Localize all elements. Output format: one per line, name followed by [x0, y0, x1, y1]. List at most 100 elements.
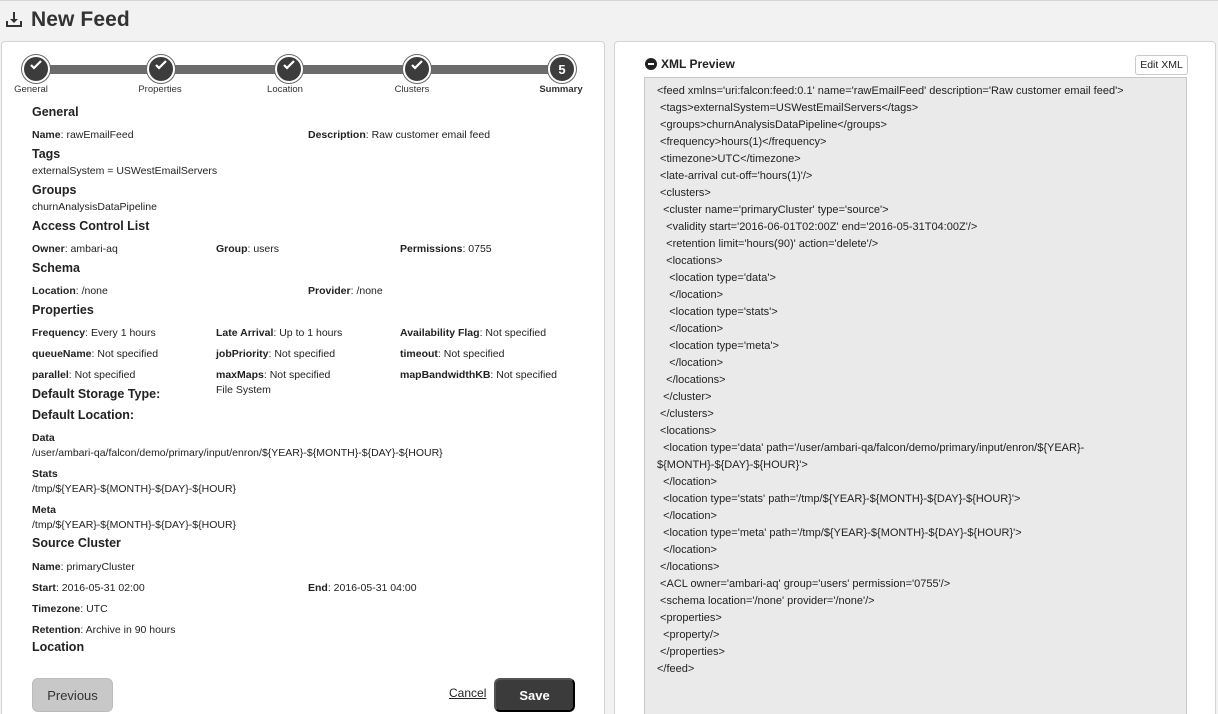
section-source-cluster-title: Source Cluster [32, 536, 121, 550]
xml-line: <locations> [657, 425, 717, 437]
xml-preview-content[interactable]: <feed xmlns='uri:falcon:feed:0.1' name='… [644, 77, 1187, 714]
xml-line: <property/> [657, 629, 720, 641]
step-label-clusters: Clusters [394, 84, 430, 95]
xml-line: </location> [657, 357, 724, 369]
section-acl-title: Access Control List [32, 219, 150, 233]
xml-line: <frequency>hours(1)</frequency> [657, 136, 827, 148]
cluster-retention: Retention: Archive in 90 hours [32, 624, 176, 636]
xml-line: </clusters> [657, 408, 714, 420]
default-location-stats-value: /tmp/${YEAR}-${MONTH}-${DAY}-${HOUR} [32, 483, 237, 495]
section-schema-title: Schema [32, 261, 80, 275]
acl-owner: Owner: ambari-aq [32, 243, 118, 255]
edit-xml-button[interactable]: Edit XML [1135, 55, 1188, 75]
feed-summary-panel: 5 General Properties Location Clusters S… [1, 41, 605, 714]
step-label-summary: Summary [539, 84, 583, 95]
xml-line: </location> [657, 510, 717, 522]
step-general[interactable] [22, 55, 50, 83]
check-icon [30, 59, 42, 70]
xml-line: </location> [657, 289, 724, 301]
step-location[interactable] [275, 55, 303, 83]
groups-value: churnAnalysisDataPipeline [32, 201, 157, 213]
section-location-title: Location [32, 640, 85, 654]
general-description: Description: Raw customer email feed [308, 129, 491, 141]
prop-map-bandwidth: mapBandwidthKB: Not specified [400, 369, 557, 381]
xml-line: <location type='data'> [657, 272, 776, 284]
prop-parallel: parallel: Not specified [32, 369, 136, 381]
prop-availability-flag: Availability Flag: Not specified [400, 327, 547, 339]
xml-line: <location type='stats' path='/tmp/${YEAR… [657, 493, 1021, 505]
schema-provider: Provider: /none [308, 285, 383, 297]
default-location-stats-label: Stats [32, 468, 58, 480]
section-default-location-title: Default Location: [32, 408, 135, 422]
check-icon [283, 59, 295, 70]
xml-preview-title: XML Preview [661, 57, 735, 71]
cancel-link[interactable]: Cancel [449, 686, 486, 700]
schema-location: Location: /none [32, 285, 108, 297]
xml-line: <timezone>UTC</timezone> [657, 153, 801, 165]
default-location-data-value: /user/ambari-qa/falcon/demo/primary/inpu… [32, 447, 443, 459]
xml-line: ${MONTH}-${DAY}-${HOUR}'> [657, 459, 808, 471]
xml-line: <tags>externalSystem=USWestEmailServers<… [657, 102, 919, 114]
xml-line: <retention limit='hours(90)' action='del… [657, 238, 879, 250]
section-storage-type-title: Default Storage Type: [32, 387, 161, 401]
xml-line: <locations> [657, 255, 723, 267]
acl-permissions: Permissions: 0755 [400, 243, 492, 255]
prop-max-maps: maxMaps: Not specified [216, 369, 331, 381]
general-name: Name: rawEmailFeed [32, 129, 134, 141]
section-general-title: General [32, 105, 79, 119]
xml-line: <location type='stats'> [657, 306, 778, 318]
acl-group: Group: users [216, 243, 280, 255]
step-label-properties: Properties [138, 84, 182, 95]
step-clusters[interactable] [403, 55, 431, 83]
xml-line: <groups>churnAnalysisDataPipeline</group… [657, 119, 887, 131]
xml-line: <location type='meta' path='/tmp/${YEAR}… [657, 527, 1022, 539]
section-groups-title: Groups [32, 183, 77, 197]
xml-line: </location> [657, 544, 717, 556]
download-tray-icon [6, 12, 22, 27]
check-icon [411, 59, 423, 70]
xml-preview-header[interactable]: XML Preview [645, 57, 735, 71]
default-location-meta-value: /tmp/${YEAR}-${MONTH}-${DAY}-${HOUR} [32, 519, 237, 531]
previous-button[interactable]: Previous [32, 678, 113, 712]
xml-line: <location type='meta'> [657, 340, 779, 352]
xml-line: <clusters> [657, 187, 711, 199]
prop-late-arrival: Late Arrival: Up to 1 hours [216, 327, 343, 339]
xml-line: <properties> [657, 612, 722, 624]
xml-line: <feed xmlns='uri:falcon:feed:0.1' name='… [657, 85, 1124, 97]
step-properties[interactable] [147, 55, 175, 83]
cluster-end: End: 2016-05-31 04:00 [308, 582, 417, 594]
prop-job-priority: jobPriority: Not specified [216, 348, 336, 360]
xml-line: <late-arrival cut-off='hours(1)'/> [657, 170, 813, 182]
section-properties-title: Properties [32, 303, 94, 317]
xml-line: </location> [657, 476, 717, 488]
xml-line: </locations> [657, 374, 726, 386]
default-location-meta-label: Meta [32, 504, 56, 516]
xml-line: <validity start='2016-06-01T02:00Z' end=… [657, 221, 978, 233]
xml-line: </feed> [657, 663, 695, 675]
xml-line: <schema location='/none' provider='/none… [657, 595, 875, 607]
prop-queue-name: queueName: Not specified [32, 348, 159, 360]
default-location-data-label: Data [32, 432, 55, 444]
wizard-steps: 5 General Properties Location Clusters S… [2, 42, 606, 102]
xml-line: </cluster> [657, 391, 712, 403]
prop-timeout: timeout: Not specified [400, 348, 505, 360]
step-label-location: Location [267, 84, 303, 95]
storage-type-value: File System [216, 384, 271, 396]
step-label-general: General [14, 84, 48, 95]
xml-line: </locations> [657, 561, 720, 573]
save-button[interactable]: Save [494, 678, 575, 712]
xml-preview-panel: XML Preview Edit XML <feed xmlns='uri:fa… [614, 41, 1216, 714]
section-tags-title: Tags [32, 147, 61, 161]
collapse-minus-icon[interactable] [645, 58, 657, 70]
prop-frequency: Frequency: Every 1 hours [32, 327, 156, 339]
xml-line: <cluster name='primaryCluster' type='sou… [657, 204, 889, 216]
xml-line: </properties> [657, 646, 725, 658]
page-title: New Feed [31, 8, 130, 31]
xml-line: <ACL owner='ambari-aq' group='users' per… [657, 578, 951, 590]
step-summary[interactable]: 5 [548, 55, 576, 83]
cluster-start: Start: 2016-05-31 02:00 [32, 582, 145, 594]
cluster-timezone: Timezone: UTC [32, 603, 108, 615]
top-divider [0, 0, 1218, 1]
xml-line: <location type='data' path='/user/ambari… [657, 442, 1085, 454]
cluster-name: Name: primaryCluster [32, 561, 135, 573]
